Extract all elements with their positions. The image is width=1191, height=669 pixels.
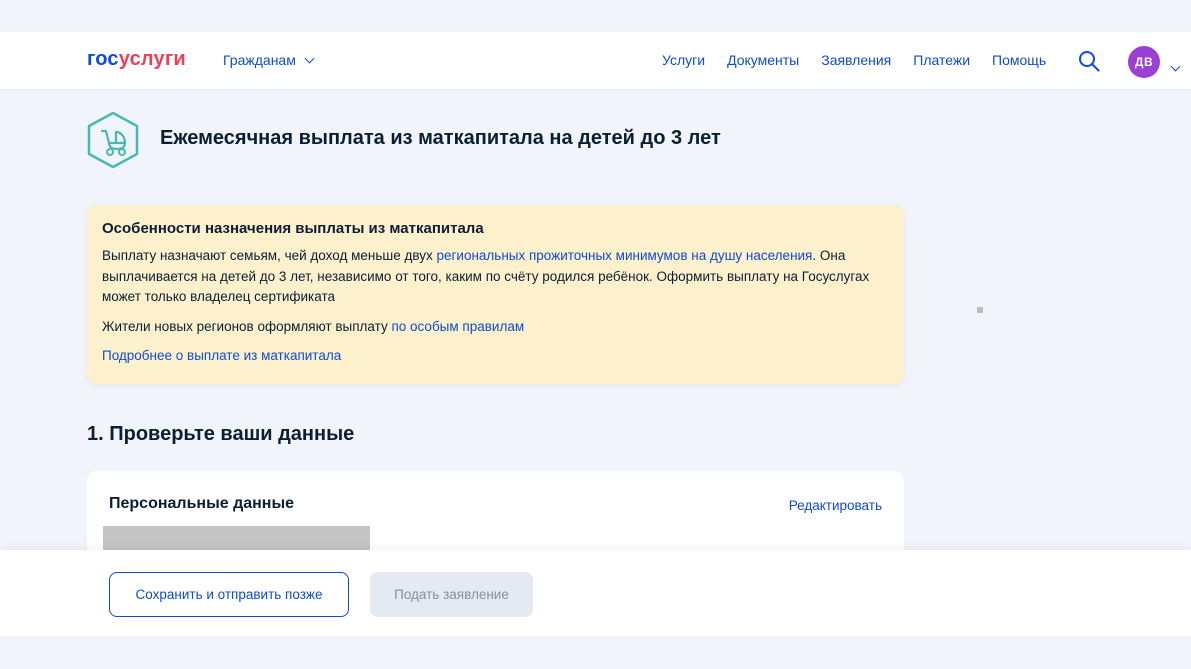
nav-item-help[interactable]: Помощь (992, 52, 1046, 68)
notice-heading: Особенности назначения выплаты из маткап… (102, 220, 484, 237)
chevron-down-icon (1170, 61, 1181, 72)
logo-part-1: гос (87, 48, 119, 70)
special-rules-link[interactable]: по особым правилам (391, 319, 524, 334)
site-header: госуслуги Гражданам Услуги Документы Зая… (0, 32, 1191, 90)
nav-item-payments[interactable]: Платежи (913, 52, 970, 68)
save-later-button[interactable]: Сохранить и отправить позже (109, 572, 349, 617)
info-notice: Особенности назначения выплаты из маткап… (87, 205, 904, 384)
audience-label: Гражданам (223, 52, 296, 68)
nav-item-applications[interactable]: Заявления (821, 52, 891, 68)
nav-item-documents[interactable]: Документы (727, 52, 799, 68)
stroller-icon (87, 111, 139, 169)
bottom-band (0, 636, 1191, 669)
page-title: Ежемесячная выплата из маткапитала на де… (160, 127, 721, 149)
nav-item-services[interactable]: Услуги (662, 52, 705, 68)
audience-dropdown[interactable]: Гражданам (223, 52, 315, 68)
profile-menu-toggle[interactable] (1170, 57, 1181, 75)
card-title: Персональные данные (109, 495, 295, 512)
top-band (0, 0, 1191, 32)
main-nav: Услуги Документы Заявления Платежи Помощ… (662, 52, 1068, 68)
chevron-down-icon (304, 53, 315, 63)
user-avatar[interactable]: ДВ (1128, 46, 1160, 78)
more-info-link[interactable]: Подробнее о выплате из маткапитала (102, 348, 341, 363)
logo-part-2: услуги (118, 48, 186, 70)
step-title: 1. Проверьте ваши данные (87, 423, 355, 445)
gosuslugi-logo[interactable]: госуслуги (87, 48, 186, 71)
notice-text: Выплату назначают семьям, чей доход мень… (102, 248, 437, 263)
notice-paragraph-3: Подробнее о выплате из маткапитала (102, 346, 889, 367)
edit-link[interactable]: Редактировать (789, 498, 882, 513)
submit-button[interactable]: Подать заявление (370, 572, 533, 617)
action-footer: Сохранить и отправить позже Подать заявл… (0, 550, 1191, 636)
living-wage-link[interactable]: региональных прожиточных минимумов на ду… (436, 248, 812, 263)
notice-text: Жители новых регионов оформляют выплату (102, 318, 392, 334)
notice-paragraph-1: Выплату назначают семьям, чей доход мень… (102, 246, 889, 308)
loading-indicator (977, 307, 983, 313)
search-icon[interactable] (1078, 50, 1100, 72)
notice-paragraph-2: Жители новых регионов оформляют выплату … (102, 317, 889, 338)
